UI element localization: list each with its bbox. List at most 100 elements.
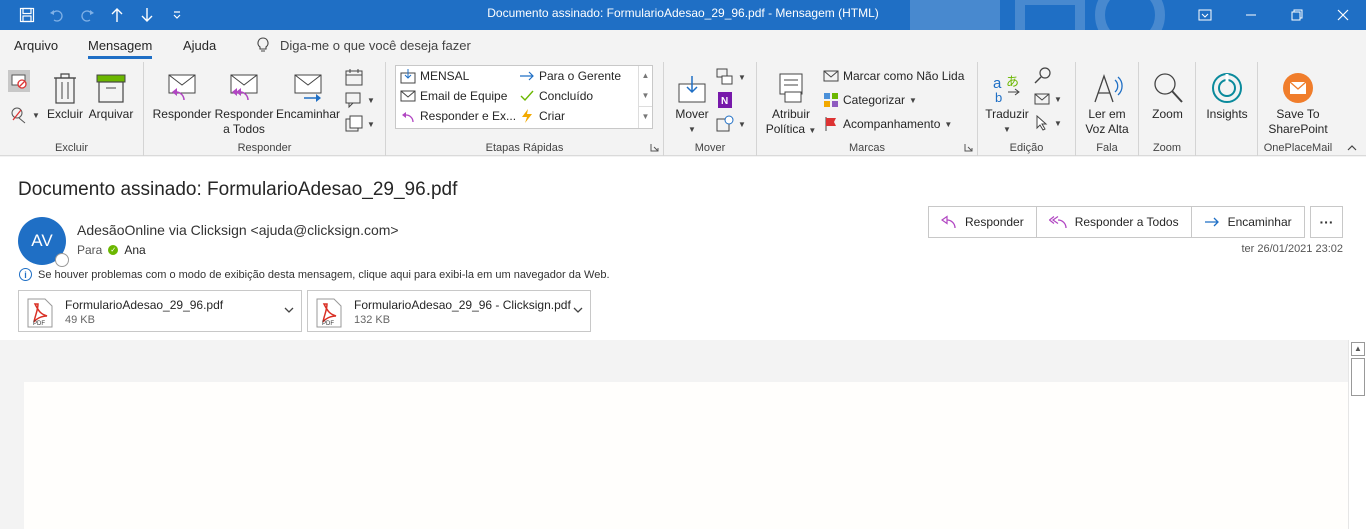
restore-icon[interactable] [1274, 0, 1320, 30]
chevron-down-icon: ▼ [367, 119, 375, 129]
categorize-button[interactable]: Categorizar ▼ [823, 92, 917, 108]
message-subject: Documento assinado: FormularioAdesao_29_… [18, 179, 458, 200]
lightning-icon [522, 109, 532, 123]
onenote-button[interactable]: N [716, 91, 734, 109]
select-button[interactable]: ▼ [1034, 115, 1062, 131]
quickstep-responder-excluir[interactable]: Responder e Ex... [400, 108, 516, 124]
delete-button[interactable]: Excluir [46, 66, 84, 122]
gallery-up-icon[interactable]: ▲ [639, 66, 652, 86]
move-button[interactable]: Mover ▼ [672, 66, 712, 137]
gallery-scroll[interactable]: ▲ ▼ ▼ [638, 66, 652, 128]
save-to-sharepoint-button[interactable]: Save To SharePoint [1264, 66, 1332, 137]
quickstep-gerente[interactable]: Para o Gerente [519, 68, 621, 84]
insights-button[interactable]: Insights [1202, 66, 1252, 122]
followup-button[interactable]: Acompanhamento ▼ [823, 116, 952, 132]
meeting-button[interactable] [345, 68, 363, 86]
chevron-down-icon[interactable] [572, 304, 584, 316]
scroll-up-icon[interactable]: ▲ [1351, 342, 1365, 356]
assign-policy-button[interactable]: Atribuir Política ▼ [763, 66, 819, 138]
chevron-down-icon: ▼ [738, 72, 746, 82]
forward-icon [294, 74, 322, 102]
attachment-item[interactable]: PDF FormularioAdesao_29_96.pdf 49 KB [18, 290, 302, 332]
header-forward-button[interactable]: Encaminhar [1192, 207, 1304, 237]
flag-icon [825, 117, 836, 131]
zoom-button[interactable]: Zoom [1145, 66, 1190, 122]
chevron-down-icon: ▼ [1003, 125, 1011, 134]
rules-button[interactable]: ▼ [716, 68, 746, 86]
mark-unread-label: Marcar como Não Lida [843, 69, 965, 83]
avatar-initials: AV [31, 231, 53, 250]
search-icon [1034, 67, 1051, 84]
actions-icon [716, 115, 734, 132]
group-label-responder: Responder [237, 142, 292, 154]
title-bar: Documento assinado: FormularioAdesao_29_… [0, 0, 1366, 30]
gallery-down-icon[interactable]: ▼ [639, 86, 652, 106]
delete-label: Excluir [46, 107, 83, 121]
header-reply-button[interactable]: Responder [929, 207, 1037, 237]
chevron-down-icon: ▼ [909, 95, 917, 105]
quickstep-criar-label: Criar [539, 109, 565, 123]
mail-icon [400, 90, 416, 102]
translate-button[interactable]: aあb Traduzir ▼ [984, 66, 1030, 137]
arrow-right-icon [520, 71, 534, 81]
presence-icon [55, 253, 69, 267]
more-options-button[interactable]: ··· [1310, 206, 1343, 238]
sender[interactable]: AdesãoOnline via Clicksign <ajuda@clicks… [77, 222, 399, 238]
header-reply-label: Responder [965, 215, 1024, 229]
chevron-down-icon: ▼ [367, 95, 375, 105]
policy-icon [779, 73, 803, 103]
find-button[interactable] [1034, 66, 1052, 84]
quickstep-concluido[interactable]: Concluído [519, 88, 593, 104]
archive-button[interactable]: Arquivar [87, 66, 135, 122]
group-label-etapas: Etapas Rápidas [485, 142, 564, 154]
avatar[interactable]: AV [18, 217, 69, 267]
scroll-thumb[interactable] [1351, 358, 1365, 396]
trash-icon [54, 73, 76, 104]
save-sharepoint-label-2: SharePoint [1268, 122, 1328, 136]
im-button[interactable]: ▼ [345, 91, 375, 109]
mark-unread-button[interactable]: Marcar como Não Lida [823, 68, 964, 84]
reply-all-label-1: Responder [214, 107, 274, 121]
attachment-item[interactable]: PDF FormularioAdesao_29_96 - Clicksign.p… [307, 290, 591, 332]
read-aloud-button[interactable]: Ler em Voz Alta [1082, 66, 1132, 137]
quickstep-equipe[interactable]: Email de Equipe [400, 88, 507, 104]
chevron-down-icon[interactable] [283, 304, 295, 316]
chevron-down-icon: ▼ [738, 119, 746, 129]
minimize-icon[interactable] [1228, 0, 1274, 30]
zoom-icon [1153, 73, 1183, 103]
forward-button[interactable]: Encaminhar [275, 66, 341, 122]
group-mover: Mover ▼ ▼ N ▼ Mover [664, 62, 757, 156]
header-reply-all-button[interactable]: Responder a Todos [1037, 207, 1192, 237]
group-excluir: ▼ Excluir Arquivar Excluir [0, 62, 144, 156]
close-icon[interactable] [1320, 0, 1366, 30]
vertical-scrollbar[interactable]: ▲ [1348, 340, 1366, 529]
related-button[interactable]: ▼ [1034, 91, 1062, 107]
more-respond-button[interactable]: ▼ [345, 115, 375, 133]
ignore-button[interactable] [8, 70, 30, 92]
reply-all-button[interactable]: Responder a Todos [214, 66, 274, 137]
quickstep-responder-excluir-label: Responder e Ex... [420, 109, 517, 123]
quickstep-mensal[interactable]: MENSAL [400, 68, 469, 84]
tab-ajuda[interactable]: Ajuda [183, 38, 216, 53]
tab-mensagem[interactable]: Mensagem [88, 38, 153, 59]
reply-all-icon [1048, 216, 1067, 229]
info-bar[interactable]: i Se houver problemas com o modo de exib… [19, 268, 610, 281]
quickstep-concluido-label: Concluído [539, 89, 594, 103]
insights-label: Insights [1206, 107, 1248, 121]
recipient-name[interactable]: Ana [124, 243, 145, 257]
collapse-ribbon-icon[interactable] [1346, 143, 1358, 153]
reply-button[interactable]: Responder [152, 66, 212, 122]
tell-me-box[interactable]: Diga-me o que você deseja fazer [256, 37, 471, 53]
dialog-launcher-icon[interactable] [964, 143, 973, 152]
group-label-mover: Mover [694, 142, 726, 154]
actions-button[interactable]: ▼ [716, 115, 746, 133]
dialog-launcher-icon[interactable] [650, 143, 659, 152]
gallery-more-icon[interactable]: ▼ [639, 106, 652, 126]
attachment-name: FormularioAdesao_29_96 - Clicksign.pdf [354, 298, 571, 312]
read-aloud-icon [1094, 74, 1123, 103]
tab-arquivo[interactable]: Arquivo [14, 38, 58, 53]
cleanup-button[interactable]: ▼ [10, 106, 40, 124]
quickstep-criar[interactable]: Criar [519, 108, 565, 124]
ribbon-display-icon[interactable] [1182, 0, 1228, 30]
svg-text:PDF: PDF [322, 321, 334, 327]
